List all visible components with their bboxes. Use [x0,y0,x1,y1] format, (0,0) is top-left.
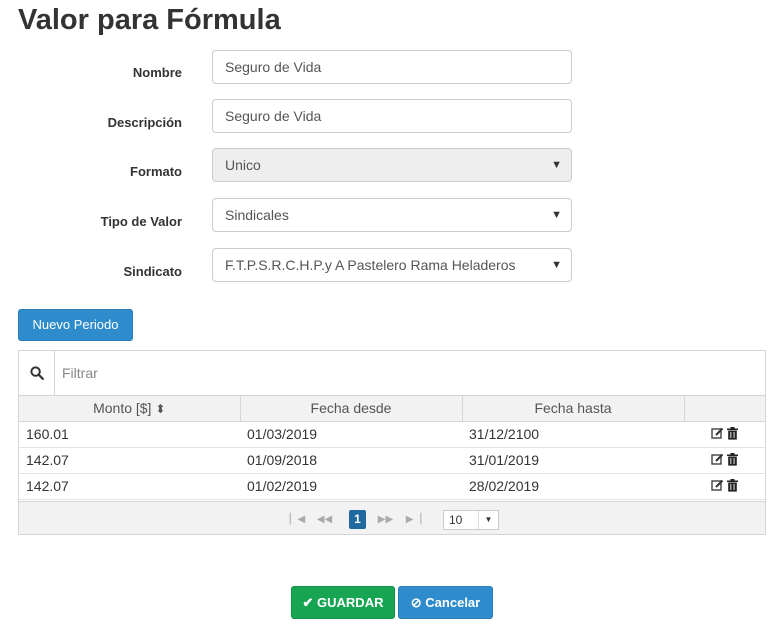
new-period-button[interactable]: Nuevo Periodo [18,309,133,341]
formato-label: Formato [130,164,182,179]
periods-grid: Filtrar Monto [$] ⬍ Fecha desde Fecha ha… [18,350,766,535]
save-label: GUARDAR [317,595,384,610]
page-size-select[interactable]: 10 ▼ [443,510,499,530]
check-icon: ✔ [302,595,314,610]
cell-fecha-desde: 01/09/2018 [240,447,462,474]
page-number-current[interactable]: 1 [349,510,366,529]
prev-page-icon[interactable]: ◀◀ [316,510,333,529]
last-page-icon[interactable]: ▶▕ [405,510,422,529]
tipo-valor-value: Sindicales [225,207,289,223]
tipo-valor-select[interactable]: Sindicales ▼ [212,198,572,232]
edit-icon[interactable] [710,479,724,495]
column-actions [684,396,765,422]
table-header-row: Monto [$] ⬍ Fecha desde Fecha hasta [19,396,765,422]
cell-fecha-hasta: 31/12/2100 [462,421,684,448]
filter-input[interactable]: Filtrar [62,365,98,381]
edit-icon[interactable] [710,453,724,469]
caret-down-icon: ▼ [478,511,498,529]
table-row: 142.07 01/09/2018 31/01/2019 [19,447,765,474]
grid-pager: ▏◀ ◀◀ 1 ▶▶ ▶▕ 10 ▼ [19,501,765,534]
cell-fecha-hasta: 28/02/2019 [462,473,684,500]
sort-icon: ⬍ [155,402,166,417]
page-title: Valor para Fórmula [18,4,281,36]
column-fecha-hasta[interactable]: Fecha hasta [462,396,685,422]
cell-fecha-desde: 01/03/2019 [240,421,462,448]
first-page-icon[interactable]: ▏◀ [289,510,306,529]
row-actions [684,473,765,500]
next-page-icon[interactable]: ▶▶ [377,510,394,529]
cell-fecha-desde: 01/02/2019 [240,473,462,500]
cancel-button[interactable]: ⊘ Cancelar [398,586,493,619]
page-size-value: 10 [449,513,463,527]
column-monto[interactable]: Monto [$] ⬍ [19,396,241,422]
descripcion-field[interactable]: Seguro de Vida [212,99,572,133]
cancel-icon: ⊘ [410,595,422,610]
sindicato-select[interactable]: F.T.P.S.R.C.H.P.y A Pastelero Rama Helad… [212,248,572,282]
cell-monto: 142.07 [19,447,240,474]
sindicato-label: Sindicato [123,264,182,279]
row-actions [684,447,765,474]
formato-select: Unico ▼ [212,148,572,182]
cancel-label: Cancelar [425,595,481,610]
cell-monto: 142.07 [19,473,240,500]
column-monto-label: Monto [$] [93,400,152,417]
caret-down-icon: ▼ [551,159,562,171]
column-fecha-desde[interactable]: Fecha desde [240,396,463,422]
edit-icon[interactable] [710,427,724,443]
nombre-field[interactable]: Seguro de Vida [212,50,572,84]
table-row: 142.07 01/02/2019 28/02/2019 [19,473,765,500]
grid-filter-bar: Filtrar [19,351,765,396]
cell-fecha-hasta: 31/01/2019 [462,447,684,474]
sindicato-value: F.T.P.S.R.C.H.P.y A Pastelero Rama Helad… [225,257,516,273]
row-actions [684,421,765,448]
trash-icon[interactable] [727,426,739,443]
periods-table: Monto [$] ⬍ Fecha desde Fecha hasta 160.… [19,396,765,500]
descripcion-label: Descripción [107,115,182,130]
trash-icon[interactable] [727,478,739,495]
cell-monto: 160.01 [19,421,240,448]
table-row: 160.01 01/03/2019 31/12/2100 [19,421,765,448]
descripcion-value: Seguro de Vida [225,108,322,124]
tipo-valor-label: Tipo de Valor [100,214,182,229]
trash-icon[interactable] [727,452,739,469]
formato-value: Unico [225,157,261,173]
caret-down-icon: ▼ [551,259,562,271]
caret-down-icon: ▼ [551,209,562,221]
save-button[interactable]: ✔ GUARDAR [291,586,395,619]
nombre-value: Seguro de Vida [225,59,322,75]
nombre-label: Nombre [132,65,182,80]
search-icon [19,351,55,395]
